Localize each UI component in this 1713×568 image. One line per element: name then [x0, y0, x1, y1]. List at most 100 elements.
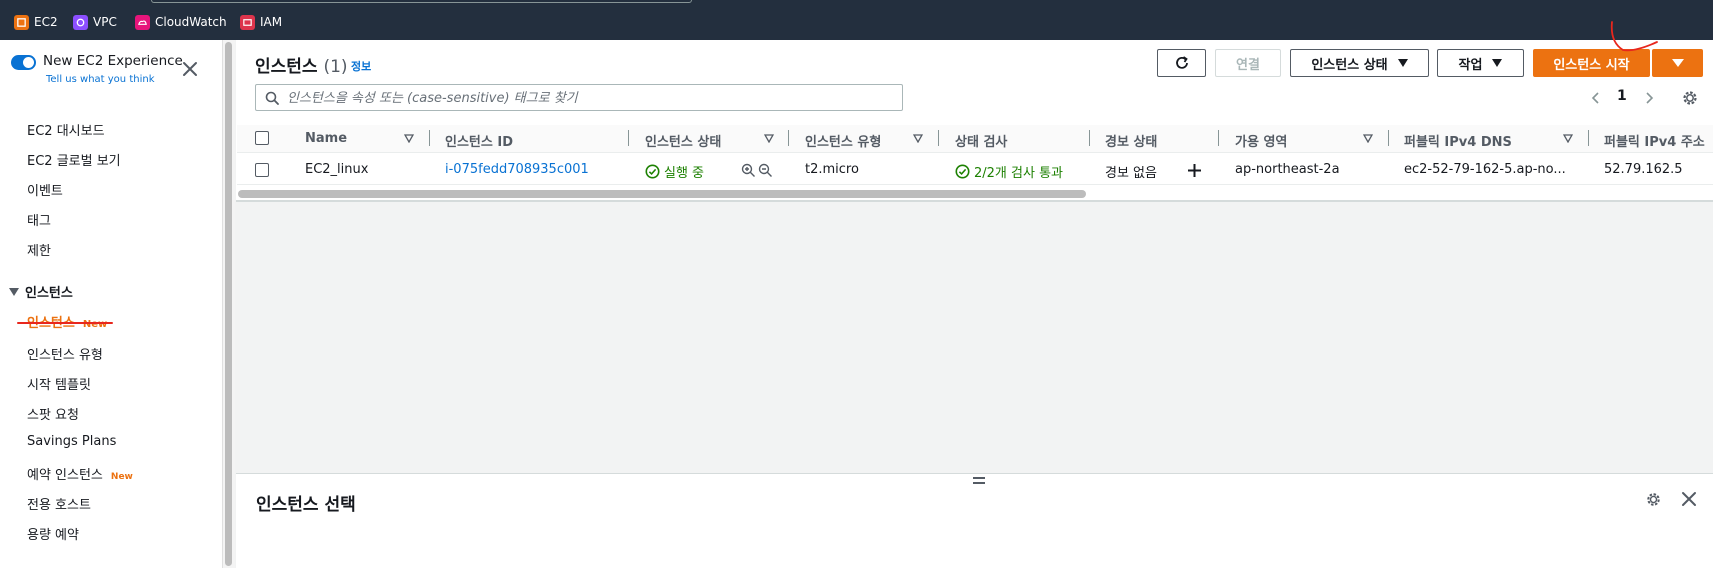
sidebar-item-reserved-instances[interactable]: 예약 인스턴스 New: [27, 464, 133, 483]
scrollbar-thumb[interactable]: [225, 42, 232, 566]
cell-instance-type: t2.micro: [805, 162, 859, 177]
red-annotation-stroke: [1610, 21, 1658, 52]
sort-icon[interactable]: [913, 134, 923, 143]
column-divider[interactable]: [1588, 130, 1589, 146]
zoom-in-icon[interactable]: [741, 163, 756, 178]
instance-state-dropdown[interactable]: 인스턴스 상태: [1290, 49, 1429, 77]
new-badge: New: [110, 472, 133, 482]
title-text: 인스턴스: [255, 57, 318, 77]
actions-dropdown[interactable]: 작업: [1437, 49, 1524, 77]
column-header-availability-zone[interactable]: 가용 영역: [1235, 131, 1287, 150]
sidebar-section-instances[interactable]: 인스턴스: [9, 282, 73, 301]
sidebar-item-dashboard[interactable]: EC2 대시보드: [27, 120, 105, 139]
column-divider[interactable]: [429, 130, 430, 146]
search-input[interactable]: [287, 88, 887, 108]
favorite-vpc[interactable]: VPC: [73, 13, 117, 31]
column-header-instance-type[interactable]: 인스턴스 유형: [805, 131, 881, 150]
sort-icon[interactable]: [764, 134, 774, 143]
cell-status-check: 2/2개 검사 통과: [955, 162, 1063, 181]
column-header-public-ip[interactable]: 퍼블릭 IPv4 주소: [1604, 131, 1705, 150]
cell-instance-id-link[interactable]: i-075fedd708935c001: [445, 162, 589, 177]
column-divider[interactable]: [1089, 130, 1090, 146]
connect-button[interactable]: 연결: [1215, 49, 1281, 77]
sort-icon[interactable]: [1563, 134, 1573, 143]
global-search-box[interactable]: [151, 0, 692, 3]
zoom-out-icon[interactable]: [758, 163, 773, 178]
column-header-instance-state[interactable]: 인스턴스 상태: [645, 131, 721, 150]
vpc-icon: [73, 14, 88, 30]
favorite-ec2[interactable]: EC2: [14, 13, 58, 31]
column-header-alarm-status[interactable]: 경보 상태: [1105, 131, 1157, 150]
column-divider[interactable]: [628, 130, 629, 146]
section-title: 인스턴스: [25, 286, 73, 301]
resize-handle-icon[interactable]: [973, 477, 985, 484]
close-icon[interactable]: [1681, 491, 1697, 507]
check-circle-icon: [645, 164, 660, 179]
sidebar-item-global-view[interactable]: EC2 글로벌 보기: [27, 150, 121, 169]
instance-count: (1): [323, 57, 348, 77]
sidebar-item-label: 예약 인스턴스: [27, 468, 103, 483]
column-header-public-dns[interactable]: 퍼블릭 IPv4 DNS: [1404, 131, 1512, 150]
new-badge: New: [82, 319, 108, 330]
ec2-icon: [14, 14, 29, 30]
column-divider[interactable]: [788, 130, 789, 146]
current-page[interactable]: 1: [1617, 88, 1627, 104]
favorite-label: CloudWatch: [155, 15, 227, 29]
sidebar-item-capacity-reservations[interactable]: 용량 예약: [27, 524, 79, 543]
refresh-icon: [1175, 56, 1188, 69]
plus-icon[interactable]: [1187, 163, 1202, 178]
favorite-label: EC2: [34, 15, 58, 29]
sidebar-item-spot-requests[interactable]: 스팟 요청: [27, 404, 79, 423]
sort-icon[interactable]: [404, 134, 414, 143]
search-input-box[interactable]: [255, 84, 903, 111]
new-experience-label: New EC2 Experience: [43, 53, 183, 69]
sidebar-item-launch-templates[interactable]: 시작 템플릿: [27, 374, 91, 393]
close-icon[interactable]: [181, 60, 199, 78]
row-checkbox[interactable]: [255, 163, 269, 177]
split-panel: [236, 473, 1713, 568]
cell-instance-state: 실행 중: [645, 162, 704, 181]
favorite-iam[interactable]: IAM: [240, 13, 282, 31]
column-divider[interactable]: [938, 130, 939, 146]
caret-down-icon: [1397, 59, 1408, 67]
sort-icon[interactable]: [1363, 134, 1373, 143]
column-header-instance-id[interactable]: 인스턴스 ID: [445, 131, 513, 150]
column-divider[interactable]: [1218, 130, 1219, 146]
feedback-link[interactable]: Tell us what you think: [46, 74, 155, 85]
info-link[interactable]: 정보: [351, 58, 371, 74]
new-experience-toggle[interactable]: [11, 55, 36, 70]
dropdown-label: 작업: [1458, 57, 1483, 73]
sidebar-item-savings-plans[interactable]: Savings Plans: [27, 434, 116, 449]
favorite-label: VPC: [93, 15, 117, 29]
page-title: 인스턴스 (1): [255, 52, 348, 77]
sidebar-item-instance-types[interactable]: 인스턴스 유형: [27, 344, 103, 363]
cell-name: EC2_linux: [305, 162, 369, 177]
cell-alarm-status: 경보 없음: [1105, 166, 1157, 181]
sidebar-scrollbar[interactable]: [222, 40, 235, 568]
red-annotation-underline: [17, 322, 113, 324]
split-panel-title: 인스턴스 선택: [256, 495, 356, 515]
sidebar-item-tags[interactable]: 태그: [27, 210, 51, 229]
check-circle-icon: [955, 164, 970, 179]
column-header-name[interactable]: Name: [305, 131, 347, 146]
cloudwatch-icon: [135, 14, 150, 30]
chevron-right-icon[interactable]: [1643, 91, 1655, 105]
sidebar-item-limits[interactable]: 제한: [27, 240, 51, 259]
status-check-text: 2/2개 검사 통과: [974, 166, 1063, 181]
caret-down-icon: [1492, 59, 1503, 67]
favorite-cloudwatch[interactable]: CloudWatch: [135, 13, 227, 31]
gear-icon[interactable]: [1645, 491, 1662, 508]
refresh-button[interactable]: [1157, 49, 1206, 77]
horizontal-scrollbar[interactable]: [238, 190, 1086, 198]
search-icon: [265, 91, 279, 105]
column-divider[interactable]: [1388, 130, 1389, 146]
cell-availability-zone: ap-northeast-2a: [1235, 162, 1340, 177]
dropdown-label: 인스턴스 상태: [1311, 57, 1388, 73]
gear-icon[interactable]: [1681, 89, 1699, 107]
select-all-checkbox[interactable]: [255, 131, 269, 145]
column-header-status-check[interactable]: 상태 검사: [955, 131, 1007, 150]
sidebar-item-events[interactable]: 이벤트: [27, 180, 63, 199]
caret-down-icon: [9, 287, 19, 296]
sidebar-item-dedicated-hosts[interactable]: 전용 호스트: [27, 494, 91, 513]
chevron-left-icon[interactable]: [1590, 91, 1602, 105]
